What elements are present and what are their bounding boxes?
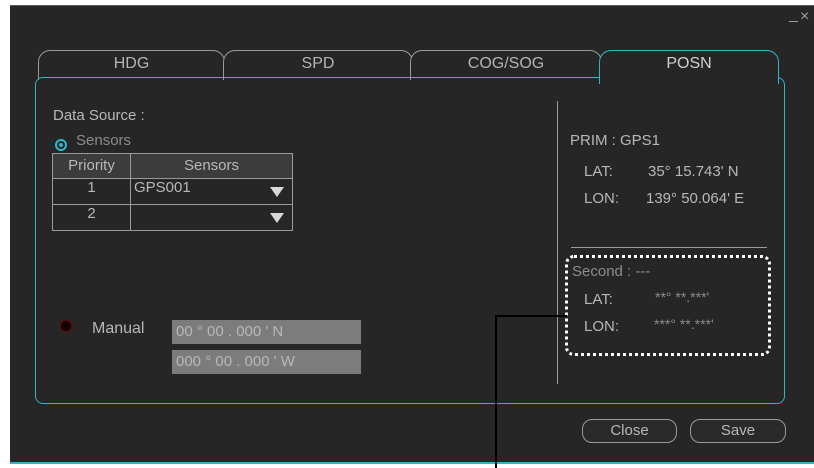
tab-posn[interactable]: POSN [599,50,779,84]
tab-cog-sog[interactable]: COG/SOG [410,50,602,80]
tab-hdg[interactable]: HDG [38,50,225,80]
minimize-icon[interactable]: _ [789,7,798,23]
callout-highlight-box [565,255,771,356]
save-button[interactable]: Save [690,419,786,443]
callout-leader-line [495,315,567,317]
tab-spd[interactable]: SPD [223,50,413,80]
close-button[interactable]: Close [582,419,677,443]
close-icon[interactable]: × [800,9,809,25]
dialog-bottom-border [10,462,814,464]
callout-leader-line [495,315,497,468]
